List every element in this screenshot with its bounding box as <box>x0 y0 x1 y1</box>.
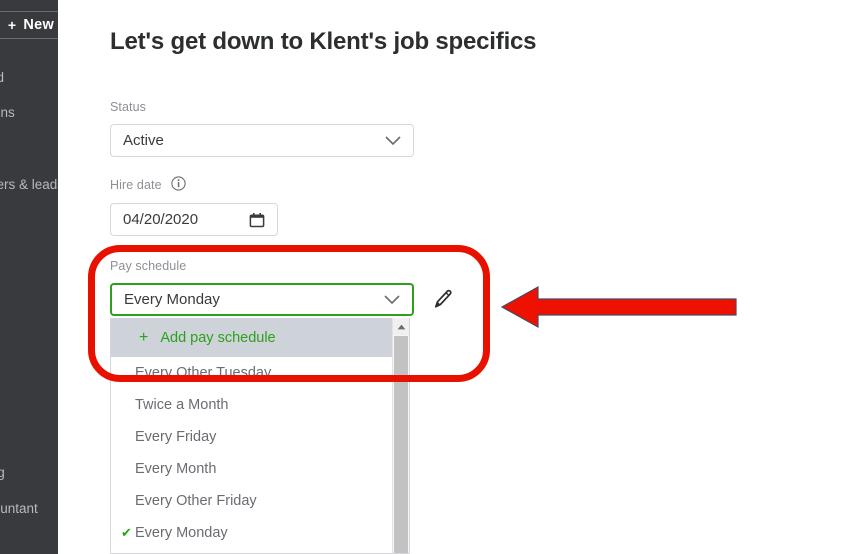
sidebar-item-cash-flow[interactable]: Cash flow <box>0 212 58 230</box>
check-icon: ✔ <box>121 517 132 549</box>
sidebar-item-dashboard[interactable]: Dashboard <box>0 69 58 87</box>
sidebar-item-reports[interactable]: Reports <box>0 356 58 374</box>
pay-schedule-option[interactable]: Every Friday <box>111 421 409 453</box>
pay-schedule-option[interactable]: ✔Every Monday <box>111 517 409 549</box>
pay-schedule-option-label: Every Other Friday <box>135 493 257 509</box>
sidebar-item-transactions[interactable]: Transactions <box>0 104 58 122</box>
new-button[interactable]: + New <box>0 11 58 39</box>
sidebar-item-label: Reports <box>0 356 58 374</box>
sidebar: + New Dashboard Transactions Customers & l… <box>0 0 58 554</box>
sidebar-item-expenses[interactable]: Expenses <box>0 248 58 266</box>
sidebar-item-customers-leads[interactable]: Customers & leads <box>0 176 58 194</box>
sidebar-item-payroll[interactable]: Payroll <box>0 320 58 338</box>
pay-schedule-value: Every Monday <box>124 291 384 308</box>
status-label: Status <box>110 100 146 114</box>
sidebar-item-projects[interactable]: Projects <box>0 284 58 302</box>
main-content: Let's get down to Klent's job specifics … <box>58 0 868 554</box>
sidebar-item-label: Expenses <box>0 248 58 266</box>
sidebar-item-label: Mileage <box>0 428 58 446</box>
new-button-label: New <box>23 17 54 33</box>
chevron-down-icon <box>384 295 400 305</box>
plus-icon: + <box>8 17 16 33</box>
pay-schedule-select[interactable]: Every Monday <box>110 283 414 316</box>
status-value: Active <box>123 132 385 149</box>
sidebar-item-label: Dashboard <box>0 69 58 87</box>
pay-schedule-option[interactable]: Twice a Month <box>111 389 409 421</box>
caret-up-icon[interactable] <box>393 318 409 335</box>
sidebar-item-accounting[interactable]: Accounting <box>0 464 58 482</box>
sidebar-item-label: Transactions <box>0 104 58 122</box>
hire-date-input[interactable]: 04/20/2020 <box>110 203 278 236</box>
sidebar-item-capital[interactable]: Capital <box>0 534 58 552</box>
chevron-down-icon <box>385 136 401 146</box>
dropdown-scrollbar[interactable] <box>392 318 409 554</box>
calendar-icon[interactable] <box>249 212 265 228</box>
pencil-icon[interactable] <box>430 286 456 312</box>
sidebar-item-label: Cash flow <box>0 212 58 230</box>
sidebar-item-mileage[interactable]: Mileage <box>0 428 58 446</box>
sidebar-item-my-accountant[interactable]: My accountant <box>0 500 58 518</box>
plus-icon: + <box>139 329 148 346</box>
pay-schedule-option[interactable]: Every Month <box>111 453 409 485</box>
pay-schedule-option-list: + Add pay schedule Every Other Tuesday Twic… <box>111 318 409 549</box>
sidebar-item-label: Taxes <box>0 392 58 410</box>
sidebar-item-label: Customers & leads <box>0 176 58 194</box>
pay-schedule-option-label: Every Other Tuesday <box>135 365 271 381</box>
pay-schedule-option[interactable]: Every Other Friday <box>111 485 409 517</box>
pay-schedule-option-label: Every Month <box>135 461 216 477</box>
add-pay-schedule-item[interactable]: + Add pay schedule <box>111 318 409 357</box>
hire-date-value: 04/20/2020 <box>123 211 249 228</box>
pay-schedule-dropdown[interactable]: + Add pay schedule Every Other Tuesday Twic… <box>110 318 410 554</box>
pay-schedule-option-label: Twice a Month <box>135 397 229 413</box>
info-icon[interactable] <box>171 176 186 191</box>
sidebar-item-taxes[interactable]: Taxes <box>0 392 58 410</box>
page-title: Let's get down to Klent's job specifics <box>110 28 536 56</box>
add-pay-schedule-label: Add pay schedule <box>160 330 275 346</box>
hire-date-label: Hire date <box>110 178 162 192</box>
dropdown-scroll-thumb[interactable] <box>394 336 408 554</box>
sidebar-item-label: Payroll <box>0 320 58 338</box>
pay-schedule-option[interactable]: Every Other Tuesday <box>111 357 409 389</box>
sidebar-item-label: Accounting <box>0 464 58 482</box>
pay-schedule-label: Pay schedule <box>110 259 186 273</box>
sidebar-item-label: My accountant <box>0 500 58 518</box>
sidebar-item-label: Capital <box>0 534 58 552</box>
status-select[interactable]: Active <box>110 124 414 157</box>
sidebar-item-label: Projects <box>0 284 58 302</box>
pay-schedule-option-label: Every Friday <box>135 429 216 445</box>
pay-schedule-option-label: Every Monday <box>135 525 228 541</box>
